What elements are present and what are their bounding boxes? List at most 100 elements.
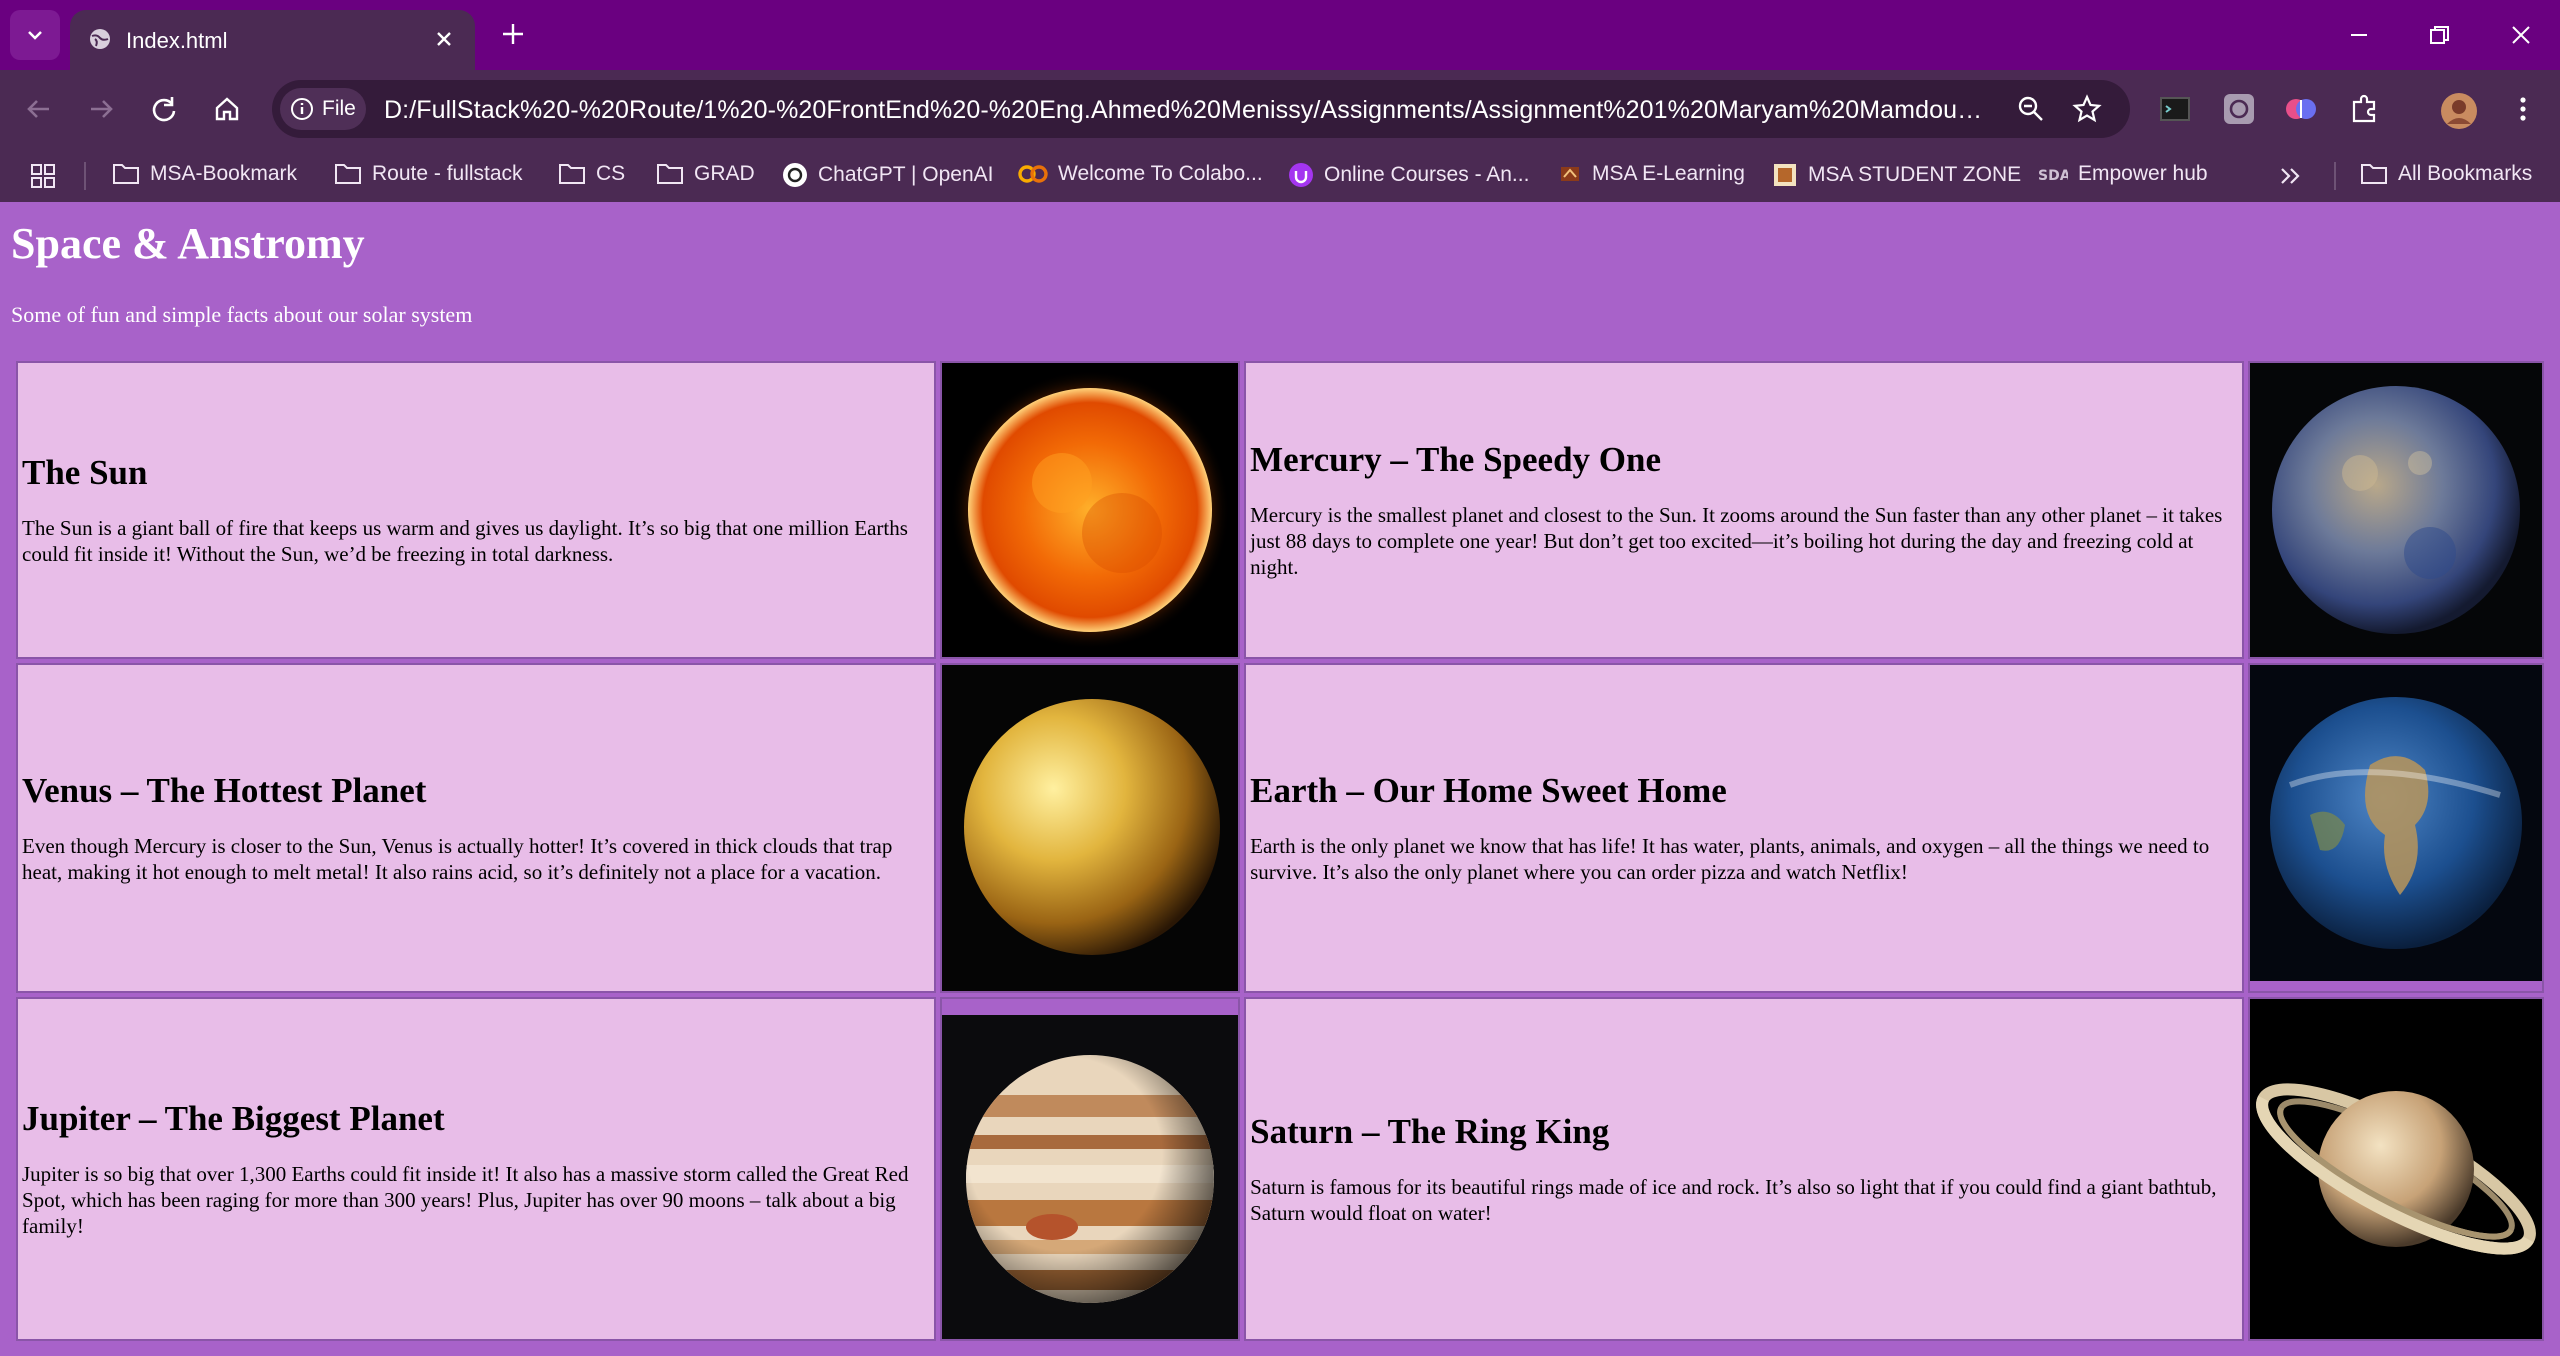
browser-tab-active[interactable]: Index.html bbox=[70, 10, 475, 70]
saturn-text: Saturn is famous for its beautiful rings… bbox=[1250, 1175, 2217, 1225]
bookmarks-divider bbox=[2334, 162, 2336, 190]
colab-icon bbox=[1018, 165, 1048, 183]
bookmark-colab[interactable]: Welcome To Colabo... bbox=[1018, 162, 1263, 186]
bookmark-msa-student-zone[interactable]: MSA STUDENT ZONE bbox=[1772, 162, 2021, 188]
bookmark-route-fullstack[interactable]: Route - fullstack bbox=[334, 162, 523, 186]
bookmark-label: Welcome To Colabo... bbox=[1058, 162, 1263, 185]
bookmark-label: Route - fullstack bbox=[372, 162, 523, 185]
earth-image-cell bbox=[2247, 663, 2544, 993]
venus-cell: Venus – The Hottest Planet Even though M… bbox=[16, 663, 937, 993]
bookmark-msa-elearning[interactable]: MSA E-Learning bbox=[1558, 162, 1745, 186]
url-text[interactable]: D:/FullStack%20-%20Route/1%20-%20FrontEn… bbox=[384, 96, 1984, 125]
back-icon[interactable] bbox=[22, 92, 56, 126]
browser-toolbar: File D:/FullStack%20-%20Route/1%20-%20Fr… bbox=[0, 70, 2560, 150]
extension-brain-icon[interactable] bbox=[2284, 92, 2318, 126]
table-row: The Sun The Sun is a giant ball of fire … bbox=[16, 361, 2544, 659]
page-content: Space & Anstromy Some of fun and simple … bbox=[0, 202, 2560, 1356]
page-subtitle: Some of fun and simple facts about our s… bbox=[11, 302, 473, 327]
site-info-chip[interactable]: File bbox=[280, 88, 366, 130]
jupiter-heading: Jupiter – The Biggest Planet bbox=[22, 1099, 445, 1138]
sun-image bbox=[942, 363, 1239, 657]
info-icon bbox=[291, 98, 313, 120]
jupiter-image-cell bbox=[940, 997, 1241, 1341]
home-icon[interactable] bbox=[210, 92, 244, 126]
close-window-icon[interactable] bbox=[2506, 20, 2536, 50]
forward-icon[interactable] bbox=[84, 92, 118, 126]
bookmark-empower-hub[interactable]: SDA Empower hub bbox=[2038, 162, 2208, 186]
bookmark-star-icon[interactable] bbox=[2072, 94, 2102, 124]
folder-icon bbox=[2361, 164, 2387, 184]
close-tab-icon[interactable] bbox=[431, 26, 457, 52]
saturn-image-cell bbox=[2247, 997, 2544, 1341]
profile-avatar-icon[interactable] bbox=[2440, 92, 2478, 130]
extensions-puzzle-icon[interactable] bbox=[2348, 92, 2382, 126]
saturn-image bbox=[2249, 999, 2542, 1339]
mercury-image bbox=[2249, 363, 2542, 657]
folder-icon bbox=[559, 164, 585, 184]
venus-text: Even though Mercury is closer to the Sun… bbox=[22, 834, 893, 884]
bookmark-label: MSA STUDENT ZONE bbox=[1808, 163, 2022, 186]
sun-text: The Sun is a giant ball of fire that kee… bbox=[22, 516, 908, 566]
saturn-cell: Saturn – The Ring King Saturn is famous … bbox=[1244, 997, 2244, 1341]
mercury-cell: Mercury – The Speedy One Mercury is the … bbox=[1244, 361, 2244, 659]
tab-title: Index.html bbox=[126, 28, 228, 53]
extension-terminal-icon[interactable] bbox=[2158, 92, 2192, 126]
earth-heading: Earth – Our Home Sweet Home bbox=[1250, 771, 1727, 810]
bookmark-label: GRAD bbox=[694, 162, 755, 185]
openai-icon bbox=[783, 163, 807, 187]
sda-icon: SDA bbox=[2038, 168, 2068, 184]
mercury-text: Mercury is the smallest planet and close… bbox=[1250, 503, 2223, 579]
facts-table: The Sun The Sun is a giant ball of fire … bbox=[12, 357, 2548, 1345]
menu-kebab-icon[interactable] bbox=[2506, 92, 2540, 126]
reload-icon[interactable] bbox=[147, 92, 181, 126]
bookmark-chatgpt[interactable]: ChatGPT | OpenAI bbox=[782, 162, 994, 188]
bookmark-label: Online Courses - An... bbox=[1324, 163, 1530, 186]
mercury-image-cell bbox=[2247, 361, 2544, 659]
mercury-heading: Mercury – The Speedy One bbox=[1250, 440, 1662, 479]
bookmark-label: MSA E-Learning bbox=[1592, 162, 1745, 185]
restore-icon[interactable] bbox=[2424, 20, 2454, 50]
site-info-label: File bbox=[322, 97, 356, 120]
tab-strip: Index.html bbox=[0, 0, 2560, 70]
new-tab-icon[interactable] bbox=[498, 19, 528, 49]
zoom-icon[interactable] bbox=[2016, 94, 2046, 124]
globe-icon bbox=[90, 29, 110, 49]
bookmark-label: CS bbox=[596, 162, 626, 185]
udemy-icon bbox=[1289, 163, 1313, 187]
bookmark-msa-bookmark[interactable]: MSA-Bookmark bbox=[112, 162, 297, 186]
more-bookmarks-icon[interactable] bbox=[2278, 165, 2302, 187]
saturn-heading: Saturn – The Ring King bbox=[1250, 1112, 1610, 1151]
bookmark-grad[interactable]: GRAD bbox=[656, 162, 755, 186]
apps-grid-icon[interactable] bbox=[30, 163, 56, 189]
bookmark-online-courses[interactable]: Online Courses - An... bbox=[1288, 162, 1529, 188]
sun-heading: The Sun bbox=[22, 453, 148, 492]
sun-image-cell bbox=[940, 361, 1241, 659]
jupiter-image bbox=[942, 1015, 1239, 1339]
all-bookmarks-button[interactable]: All Bookmarks bbox=[2360, 162, 2532, 186]
earth-cell: Earth – Our Home Sweet Home Earth is the… bbox=[1244, 663, 2244, 993]
tab-search-button[interactable] bbox=[10, 10, 60, 60]
jupiter-cell: Jupiter – The Biggest Planet Jupiter is … bbox=[16, 997, 937, 1341]
bookmark-cs[interactable]: CS bbox=[558, 162, 625, 186]
folder-icon bbox=[335, 164, 361, 184]
venus-heading: Venus – The Hottest Planet bbox=[22, 771, 427, 810]
venus-image bbox=[942, 665, 1239, 991]
bookmarks-divider bbox=[84, 162, 86, 190]
venus-image-cell bbox=[940, 663, 1241, 993]
extension-openai-icon[interactable] bbox=[2222, 92, 2256, 126]
msa-zone-icon bbox=[1774, 164, 1796, 186]
sun-cell: The Sun The Sun is a giant ball of fire … bbox=[16, 361, 937, 659]
table-row: Jupiter – The Biggest Planet Jupiter is … bbox=[16, 997, 2544, 1341]
table-row: Venus – The Hottest Planet Even though M… bbox=[16, 663, 2544, 993]
folder-icon bbox=[113, 164, 139, 184]
svg-text:SDA: SDA bbox=[2038, 168, 2068, 184]
earth-text: Earth is the only planet we know that ha… bbox=[1250, 834, 2210, 884]
bookmarks-bar: MSA-Bookmark Route - fullstack CS GRAD C… bbox=[0, 150, 2560, 202]
all-bookmarks-label: All Bookmarks bbox=[2398, 162, 2533, 185]
earth-image bbox=[2249, 665, 2542, 981]
bookmark-label: MSA-Bookmark bbox=[150, 162, 298, 185]
page-title: Space & Anstromy bbox=[11, 219, 365, 268]
minimize-icon[interactable] bbox=[2344, 20, 2374, 50]
address-bar[interactable]: File D:/FullStack%20-%20Route/1%20-%20Fr… bbox=[272, 80, 2130, 138]
msa-icon bbox=[1561, 167, 1579, 181]
